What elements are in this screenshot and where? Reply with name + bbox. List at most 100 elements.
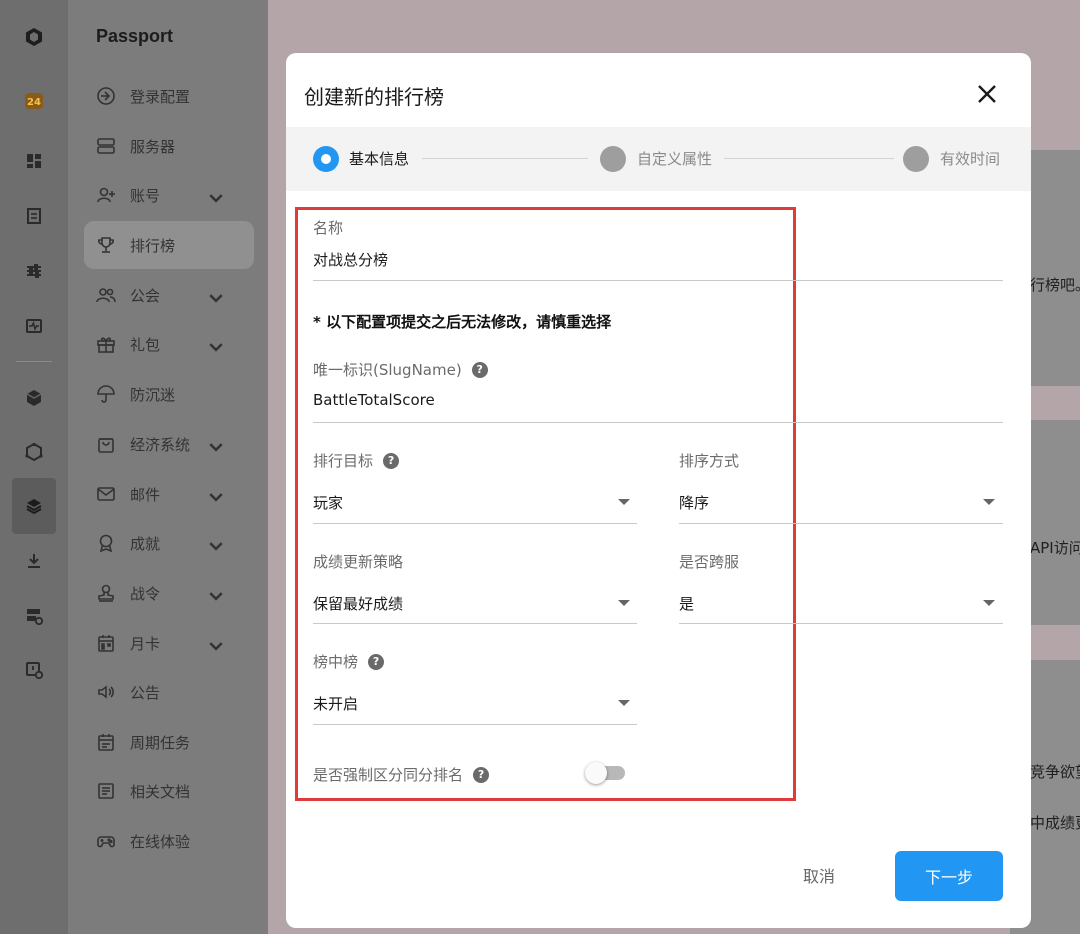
target-label-text: 排行目标: [313, 452, 374, 470]
rail-divider: [16, 361, 52, 362]
nav-item-announcement[interactable]: 公告: [84, 668, 254, 716]
stamp-icon: [98, 584, 114, 602]
box-icon[interactable]: [19, 383, 49, 413]
nav-item-label: 邮件: [130, 485, 161, 504]
target-underline: [313, 523, 637, 524]
download-icon[interactable]: [19, 546, 49, 576]
background-text: 竞争欲望: [1030, 763, 1080, 781]
nav-item-monthly-card[interactable]: 月卡: [84, 619, 254, 667]
nav-item-label: 月卡: [130, 634, 161, 653]
chevron-down-icon: [209, 592, 223, 601]
step-label-custom-attributes[interactable]: 自定义属性: [637, 148, 712, 169]
layers-icon[interactable]: [19, 491, 49, 521]
order-label-text: 排序方式: [679, 452, 740, 470]
mail-icon: [97, 487, 115, 501]
server-icon: [97, 138, 115, 154]
target-label: 排行目标 ?: [313, 450, 400, 471]
strategy-label-text: 成绩更新策略: [313, 553, 404, 571]
document-icon[interactable]: [19, 201, 49, 231]
dashboard-icon[interactable]: [19, 146, 49, 176]
calendar-icon: [98, 635, 114, 652]
sub-board-label-text: 榜中榜: [313, 653, 359, 671]
nav-item-economy[interactable]: 经济系统: [84, 420, 254, 468]
force-distinct-label: 是否强制区分同分排名 ?: [313, 764, 490, 785]
step-indicator-pending[interactable]: [600, 146, 626, 172]
help-icon[interactable]: ?: [471, 361, 488, 378]
sub-board-label: 榜中榜 ?: [313, 651, 385, 672]
order-underline: [679, 523, 1003, 524]
chevron-down-icon: [209, 443, 223, 452]
clock-settings-icon[interactable]: [19, 655, 49, 685]
sub-board-select[interactable]: 未开启: [313, 693, 637, 714]
nav-item-docs[interactable]: 相关文档: [84, 767, 254, 815]
target-select[interactable]: 玩家: [313, 492, 637, 513]
dropdown-arrow-icon[interactable]: [618, 700, 630, 706]
strategy-select[interactable]: 保留最好成绩: [313, 593, 637, 614]
hexagon-icon[interactable]: [19, 437, 49, 467]
nav-item-gift[interactable]: 礼包: [84, 320, 254, 368]
nav-item-label: 经济系统: [130, 435, 191, 454]
slug-underline: [313, 422, 1003, 423]
cross-server-label-text: 是否跨服: [679, 553, 740, 571]
help-icon[interactable]: ?: [383, 452, 400, 469]
order-select[interactable]: 降序: [679, 492, 1003, 513]
nav-item-leaderboard[interactable]: 排行榜: [84, 221, 254, 269]
step-label-valid-time[interactable]: 有效时间: [940, 148, 1000, 169]
toggle-knob[interactable]: [585, 762, 607, 784]
cancel-button[interactable]: 取消: [782, 851, 856, 899]
nav-item-achievement[interactable]: 成就: [84, 519, 254, 567]
step-indicator-active[interactable]: [313, 146, 339, 172]
slug-label: 唯一标识(SlugName) ?: [313, 359, 488, 380]
slug-label-text: 唯一标识(SlugName): [313, 361, 462, 379]
nav-item-label: 登录配置: [130, 87, 191, 106]
speaker-icon: [98, 685, 114, 699]
nav-item-periodic-tasks[interactable]: 周期任务: [84, 718, 254, 766]
monitor-pulse-icon[interactable]: [19, 311, 49, 341]
nav-item-account[interactable]: 账号: [84, 171, 254, 219]
cube-logo-icon[interactable]: [19, 22, 49, 52]
name-label-text: 名称: [313, 219, 344, 237]
step-label-basic-info[interactable]: 基本信息: [349, 148, 409, 169]
nav-item-label: 排行榜: [130, 236, 176, 255]
cross-server-underline: [679, 623, 1003, 624]
dropdown-arrow-icon[interactable]: [983, 600, 995, 606]
step-indicator-pending[interactable]: [903, 146, 929, 172]
strategy-underline: [313, 623, 637, 624]
cross-server-select[interactable]: 是: [679, 593, 1003, 614]
nav-item-server[interactable]: 服务器: [84, 122, 254, 170]
server-settings-icon[interactable]: [19, 601, 49, 631]
nav-item-mail[interactable]: 邮件: [84, 470, 254, 518]
help-icon[interactable]: ?: [368, 653, 385, 670]
nav-item-online-demo[interactable]: 在线体验: [84, 817, 254, 865]
step-connector: [724, 158, 894, 159]
nav-item-battle-pass[interactable]: 战令: [84, 569, 254, 617]
dialog-title: 创建新的排行榜: [304, 85, 444, 109]
nav-item-label: 礼包: [130, 335, 161, 354]
dropdown-arrow-icon[interactable]: [618, 600, 630, 606]
sliders-icon[interactable]: [19, 256, 49, 286]
stepper: 基本信息 自定义属性 有效时间: [286, 127, 1031, 191]
name-input[interactable]: 对战总分榜: [313, 249, 1003, 270]
nav-item-login-config[interactable]: 登录配置: [84, 72, 254, 120]
award-icon: [99, 534, 113, 553]
gift-icon: [97, 337, 115, 353]
shop-bag-icon: [98, 438, 114, 453]
nav-item-label: 在线体验: [130, 832, 191, 851]
doc-icon: [98, 783, 114, 799]
calendar-check-icon: [98, 734, 114, 751]
nav-item-guild[interactable]: 公会: [84, 271, 254, 319]
dropdown-arrow-icon[interactable]: [618, 499, 630, 505]
app-24-logo-icon[interactable]: 24: [19, 86, 49, 116]
dropdown-arrow-icon[interactable]: [983, 499, 995, 505]
slug-input[interactable]: BattleTotalScore: [313, 391, 1003, 409]
help-icon[interactable]: ?: [473, 766, 490, 783]
chevron-down-icon: [209, 493, 223, 502]
nav-item-label: 公会: [130, 286, 161, 305]
close-icon[interactable]: [974, 81, 1000, 107]
next-step-button[interactable]: 下一步: [895, 851, 1003, 901]
create-leaderboard-dialog: 创建新的排行榜 基本信息 自定义属性 有效时间 名称 对战总分榜 * 以下配置项…: [286, 53, 1031, 928]
nav-item-label: 成就: [130, 534, 161, 553]
nav-panel: Passport 登录配置 服务器 账号 排行榜 公会 礼包 防沉迷 经济系统 …: [68, 0, 268, 934]
nav-item-anti-addiction[interactable]: 防沉迷: [84, 370, 254, 418]
sub-board-underline: [313, 724, 637, 725]
